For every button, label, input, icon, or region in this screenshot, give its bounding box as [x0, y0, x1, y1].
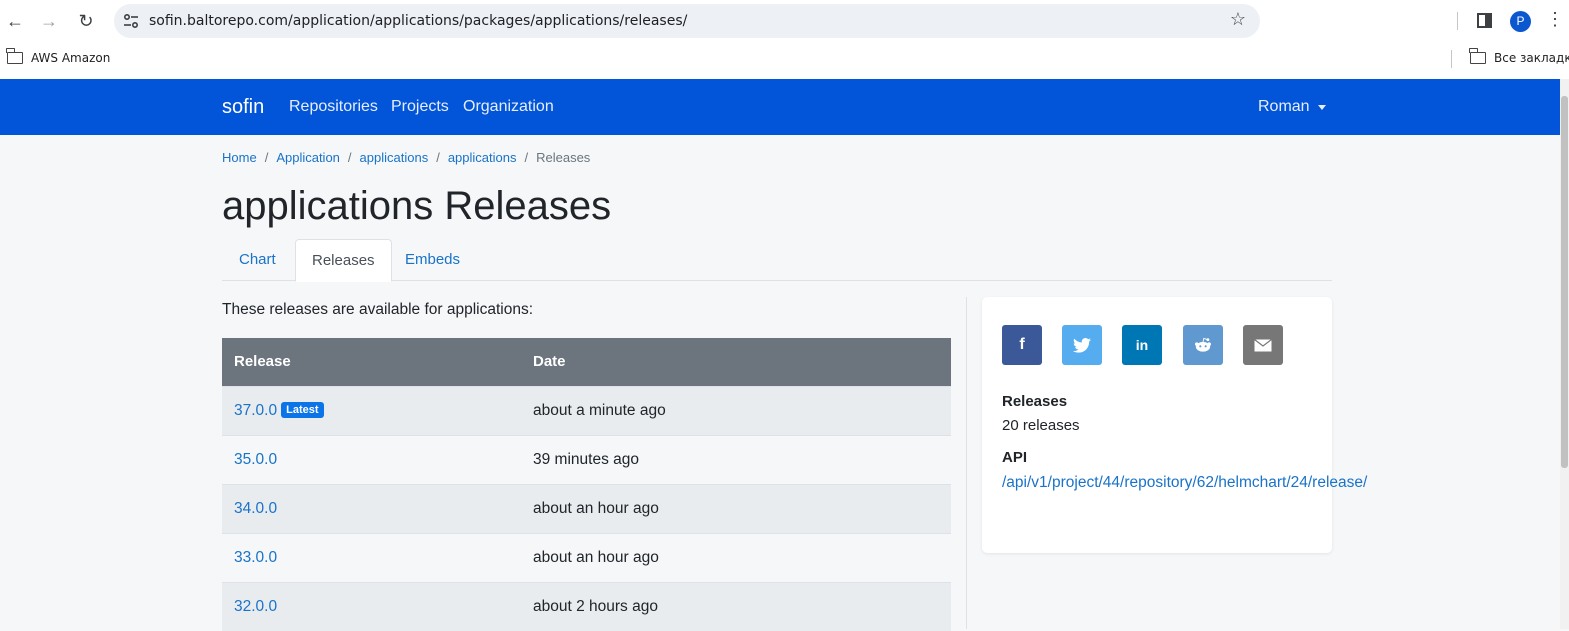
nav-repositories[interactable]: Repositories	[289, 98, 378, 116]
bookmark-star-icon[interactable]: ☆	[1230, 9, 1246, 30]
bookmark-folder-aws[interactable]: AWS Amazon	[6, 48, 111, 65]
api-label: API	[1002, 449, 1028, 466]
side-panel-icon[interactable]	[1477, 13, 1492, 28]
release-link[interactable]: 32.0.0	[234, 598, 277, 615]
profile-avatar[interactable]: P	[1510, 11, 1531, 32]
reddit-icon[interactable]	[1183, 325, 1223, 365]
repo-info-card: f in Releases 20 releases API /api/v1/pr…	[982, 297, 1367, 553]
breadcrumb: Home / Application / applications / appl…	[222, 150, 591, 165]
tab-chart[interactable]: Chart	[223, 239, 292, 281]
back-arrow-icon[interactable]: ←	[4, 10, 26, 32]
folder-icon	[1469, 48, 1486, 64]
header-release: Release	[222, 338, 521, 386]
table-row: 32.0.0 about 2 hours ago	[222, 581, 951, 631]
table-row: 37.0.0 Latest about a minute ago	[222, 385, 951, 435]
forward-arrow-icon[interactable]: →	[38, 10, 60, 32]
email-icon[interactable]	[1243, 325, 1283, 365]
breadcrumb-home[interactable]: Home	[222, 150, 257, 165]
reload-icon[interactable]: ↻	[75, 10, 97, 32]
site-info-icon[interactable]	[122, 12, 140, 30]
all-bookmarks-label: Все закладки	[1494, 51, 1569, 65]
scrollbar-thumb[interactable]	[1561, 96, 1568, 468]
user-menu[interactable]: Roman	[1258, 98, 1326, 116]
release-link[interactable]: 35.0.0	[234, 451, 277, 468]
release-date: about a minute ago	[521, 385, 951, 435]
releases-table: Release Date 37.0.0 Latest about a minute…	[222, 338, 951, 631]
release-date: about an hour ago	[521, 532, 951, 582]
breadcrumb-applications-chart[interactable]: applications	[448, 150, 517, 165]
releases-count: 20 releases	[1002, 417, 1080, 434]
table-row: 34.0.0 about an hour ago	[222, 483, 951, 533]
tab-embeds[interactable]: Embeds	[389, 239, 476, 281]
releases-label: Releases	[1002, 393, 1068, 410]
bookmarks-divider	[1451, 50, 1452, 68]
nav-projects[interactable]: Projects	[391, 98, 449, 116]
url-text: sofin.baltorepo.com/application/applicat…	[149, 13, 688, 29]
address-bar[interactable]: sofin.baltorepo.com/application/applicat…	[114, 4, 1260, 38]
api-link[interactable]: /api/v1/project/44/repository/62/helmcha…	[1002, 471, 1367, 495]
browser-menu-icon[interactable]: ⋮	[1546, 9, 1564, 30]
brand-logo[interactable]: sofin	[222, 96, 264, 119]
tab-bar: Chart Releases Embeds	[222, 239, 1332, 282]
release-date: about 2 hours ago	[521, 581, 951, 631]
latest-badge: Latest	[281, 401, 324, 418]
bookmark-label: AWS Amazon	[31, 51, 111, 65]
breadcrumb-application[interactable]: Application	[276, 150, 340, 165]
facebook-icon[interactable]: f	[1002, 325, 1042, 365]
breadcrumb-current: Releases	[536, 150, 591, 165]
nav-organization[interactable]: Organization	[463, 98, 554, 116]
table-row: 33.0.0 about an hour ago	[222, 532, 951, 582]
header-date: Date	[521, 338, 951, 386]
caret-down-icon	[1317, 104, 1326, 110]
content-divider	[966, 297, 967, 629]
browser-toolbar: ← → ↻ sofin.baltorepo.com/application/ap…	[0, 0, 1569, 42]
release-date: 39 minutes ago	[521, 434, 951, 484]
release-link[interactable]: 34.0.0	[234, 500, 277, 517]
releases-intro-text: These releases are available for applica…	[222, 301, 534, 318]
page-title: applications Releases	[222, 184, 612, 228]
app-navbar: sofin Repositories Projects Organization…	[0, 79, 1569, 135]
table-header-row: Release Date	[222, 338, 951, 386]
user-name: Roman	[1258, 98, 1310, 115]
tab-releases[interactable]: Releases	[295, 239, 392, 282]
bookmarks-bar: AWS Amazon Все закладки	[0, 42, 1569, 79]
release-link[interactable]: 37.0.0	[234, 402, 277, 419]
release-date: about an hour ago	[521, 483, 951, 533]
breadcrumb-applications-repo[interactable]: applications	[360, 150, 429, 165]
twitter-icon[interactable]	[1062, 325, 1102, 365]
folder-icon	[6, 48, 23, 64]
release-link[interactable]: 33.0.0	[234, 549, 277, 566]
table-row: 35.0.0 39 minutes ago	[222, 434, 951, 484]
toolbar-divider	[1457, 12, 1458, 30]
all-bookmarks-folder[interactable]: Все закладки	[1469, 48, 1569, 65]
linkedin-icon[interactable]: in	[1122, 325, 1162, 365]
